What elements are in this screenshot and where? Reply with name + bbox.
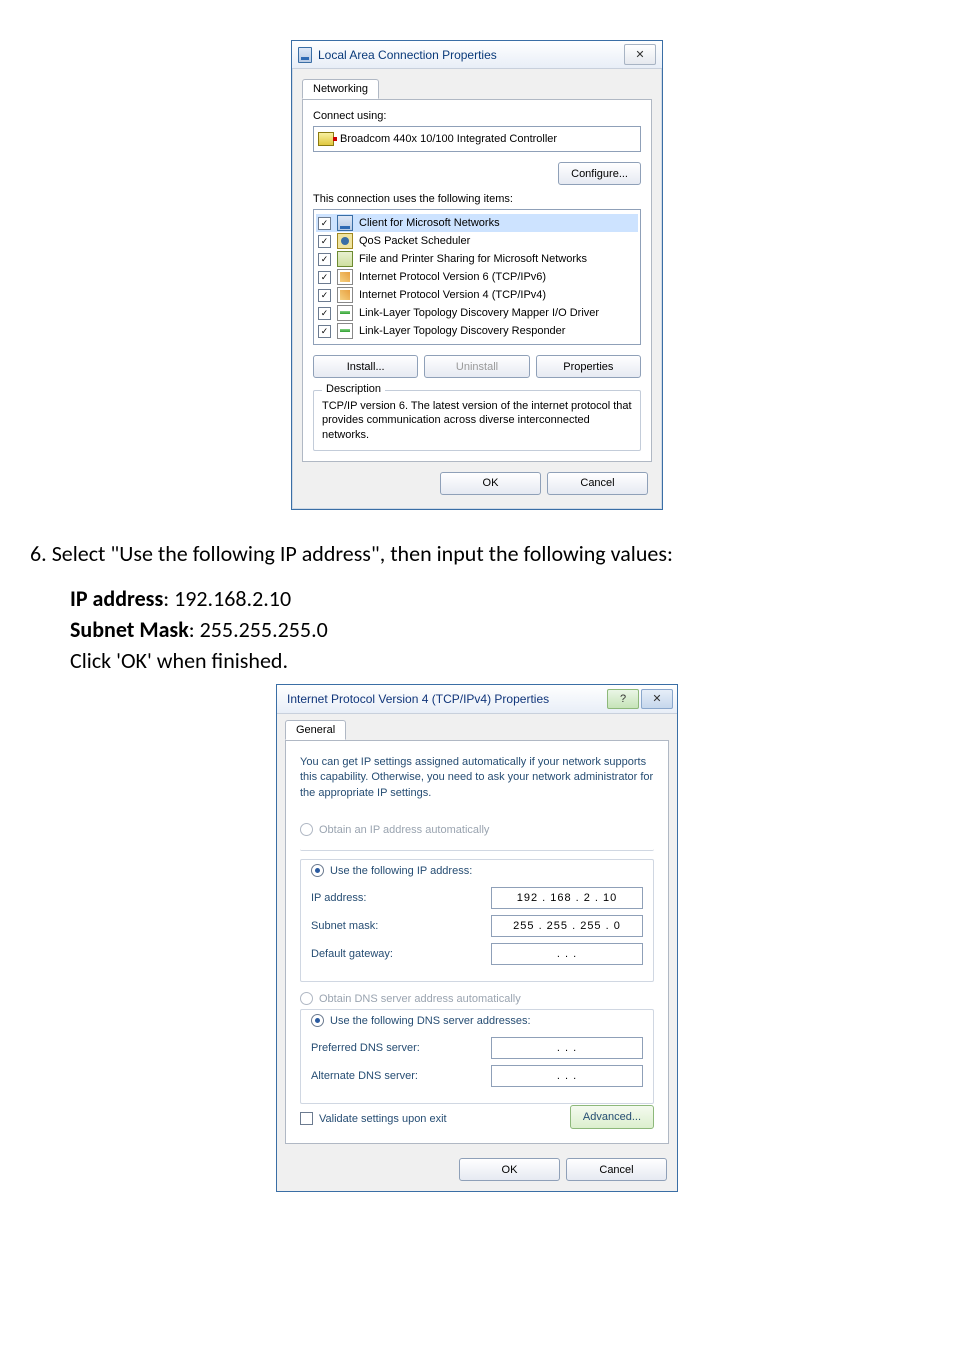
list-item-label: Link-Layer Topology Discovery Responder <box>359 325 565 337</box>
list-item-label: Internet Protocol Version 4 (TCP/IPv4) <box>359 289 546 301</box>
configure-button[interactable]: Configure... <box>558 162 641 185</box>
dialog-title: Internet Protocol Version 4 (TCP/IPv4) P… <box>287 692 549 706</box>
subnet-mask-value: : 255.255.255.0 <box>189 616 328 643</box>
list-item[interactable]: ✓ Internet Protocol Version 4 (TCP/IPv4) <box>316 286 638 304</box>
description-group: Description TCP/IP version 6. The latest… <box>313 390 641 451</box>
default-gateway-input[interactable]: . . . <box>491 943 643 965</box>
scheduler-icon <box>337 233 353 249</box>
radio-label: Obtain an IP address automatically <box>319 824 489 836</box>
file-printer-icon <box>337 251 353 267</box>
link-layer-icon <box>337 323 353 339</box>
description-legend: Description <box>322 383 385 395</box>
networking-panel: Connect using: Broadcom 440x 10/100 Inte… <box>302 99 652 462</box>
link-layer-icon <box>337 305 353 321</box>
tab-networking[interactable]: Networking <box>302 79 379 99</box>
radio-label: Use the following IP address: <box>330 865 472 877</box>
adapter-name: Broadcom 440x 10/100 Integrated Controll… <box>340 133 557 145</box>
ipv4-properties-dialog: Internet Protocol Version 4 (TCP/IPv4) P… <box>276 684 678 1192</box>
checkbox-icon[interactable]: ✓ <box>318 253 331 266</box>
values-block: IP address: 192.168.2.10 Subnet Mask: 25… <box>70 585 924 674</box>
list-item[interactable]: ✓ Link-Layer Topology Discovery Mapper I… <box>316 304 638 322</box>
list-item-label: QoS Packet Scheduler <box>359 235 470 247</box>
subnet-mask-input[interactable]: 255 . 255 . 255 . 0 <box>491 915 643 937</box>
checkbox-icon[interactable]: ✓ <box>318 271 331 284</box>
preferred-dns-input[interactable]: . . . <box>491 1037 643 1059</box>
step-number: 6. <box>30 540 47 567</box>
ip-address-label: IP address <box>70 585 163 612</box>
list-item[interactable]: ✓ Client for Microsoft Networks <box>316 214 638 232</box>
tab-strip: Networking <box>302 79 652 100</box>
lan-properties-dialog: Local Area Connection Properties ✕ Netwo… <box>291 40 663 510</box>
checkbox-icon[interactable]: ✓ <box>318 235 331 248</box>
radio-manual-dns[interactable]: Use the following DNS server addresses: <box>311 1014 537 1027</box>
list-item-label: Client for Microsoft Networks <box>359 217 500 229</box>
radio-label: Obtain DNS server address automatically <box>319 993 521 1005</box>
help-button[interactable]: ? <box>607 689 639 709</box>
checkbox-icon[interactable]: ✓ <box>318 217 331 230</box>
default-gateway-label: Default gateway: <box>311 948 491 960</box>
step-line: 6. Select "Use the following IP address"… <box>30 540 924 567</box>
checkbox-icon[interactable]: ✓ <box>318 325 331 338</box>
list-item[interactable]: ✓ QoS Packet Scheduler <box>316 232 638 250</box>
advanced-button[interactable]: Advanced... <box>570 1105 654 1129</box>
ip-address-value: : 192.168.2.10 <box>163 585 291 612</box>
ok-button[interactable]: OK <box>440 472 541 495</box>
list-item[interactable]: ✓ Internet Protocol Version 6 (TCP/IPv6) <box>316 268 638 286</box>
titlebar: Internet Protocol Version 4 (TCP/IPv4) P… <box>277 685 677 714</box>
ip-address-label: IP address: <box>311 892 491 904</box>
list-item[interactable]: ✓ Link-Layer Topology Discovery Responde… <box>316 322 638 340</box>
radio-icon <box>300 992 313 1005</box>
intro-text: You can get IP settings assigned automat… <box>300 755 654 801</box>
close-button[interactable]: ✕ <box>624 44 656 65</box>
description-text: TCP/IP version 6. The latest version of … <box>322 399 632 442</box>
list-item[interactable]: ✓ File and Printer Sharing for Microsoft… <box>316 250 638 268</box>
radio-icon <box>311 1014 324 1027</box>
dialog-title: Local Area Connection Properties <box>318 48 497 62</box>
items-label: This connection uses the following items… <box>313 193 641 205</box>
tab-strip: General <box>285 720 669 741</box>
cancel-button[interactable]: Cancel <box>547 472 648 495</box>
manual-dns-group: Use the following DNS server addresses: … <box>300 1009 654 1104</box>
checkbox-icon[interactable] <box>300 1112 313 1125</box>
radio-auto-dns: Obtain DNS server address automatically <box>300 992 654 1005</box>
manual-ip-group: Use the following IP address: IP address… <box>300 859 654 982</box>
protocol-icon <box>337 287 353 303</box>
checkbox-icon[interactable]: ✓ <box>318 307 331 320</box>
protocol-icon <box>337 269 353 285</box>
radio-icon <box>300 823 313 836</box>
radio-manual-ip[interactable]: Use the following IP address: <box>311 864 478 877</box>
list-item-label: File and Printer Sharing for Microsoft N… <box>359 253 587 265</box>
list-item-label: Link-Layer Topology Discovery Mapper I/O… <box>359 307 599 319</box>
step-text: Select "Use the following IP address", t… <box>52 540 673 567</box>
adapter-field: Broadcom 440x 10/100 Integrated Controll… <box>313 126 641 152</box>
close-button[interactable]: ✕ <box>641 689 673 709</box>
titlebar: Local Area Connection Properties ✕ <box>292 41 662 69</box>
validate-label: Validate settings upon exit <box>319 1113 447 1125</box>
radio-label: Use the following DNS server addresses: <box>330 1015 531 1027</box>
network-adapter-icon <box>298 47 312 63</box>
radio-auto-ip[interactable]: Obtain an IP address automatically <box>300 823 654 836</box>
connect-using-label: Connect using: <box>313 110 641 122</box>
alternate-dns-label: Alternate DNS server: <box>311 1070 491 1082</box>
tab-general[interactable]: General <box>285 720 346 740</box>
subnet-mask-label: Subnet mask: <box>311 920 491 932</box>
uninstall-button: Uninstall <box>424 355 529 378</box>
preferred-dns-label: Preferred DNS server: <box>311 1042 491 1054</box>
checkbox-icon[interactable]: ✓ <box>318 289 331 302</box>
list-item-label: Internet Protocol Version 6 (TCP/IPv6) <box>359 271 546 283</box>
alternate-dns-input[interactable]: . . . <box>491 1065 643 1087</box>
after-text: Click 'OK' when finished. <box>70 647 924 674</box>
radio-icon <box>311 864 324 877</box>
connection-items-list[interactable]: ✓ Client for Microsoft Networks ✓ QoS Pa… <box>313 209 641 345</box>
subnet-mask-label: Subnet Mask <box>70 616 189 643</box>
client-icon <box>337 215 353 231</box>
nic-card-icon <box>318 132 334 146</box>
ip-address-input[interactable]: 192 . 168 . 2 . 10 <box>491 887 643 909</box>
ok-button[interactable]: OK <box>459 1158 560 1181</box>
cancel-button[interactable]: Cancel <box>566 1158 667 1181</box>
install-button[interactable]: Install... <box>313 355 418 378</box>
properties-button[interactable]: Properties <box>536 355 641 378</box>
